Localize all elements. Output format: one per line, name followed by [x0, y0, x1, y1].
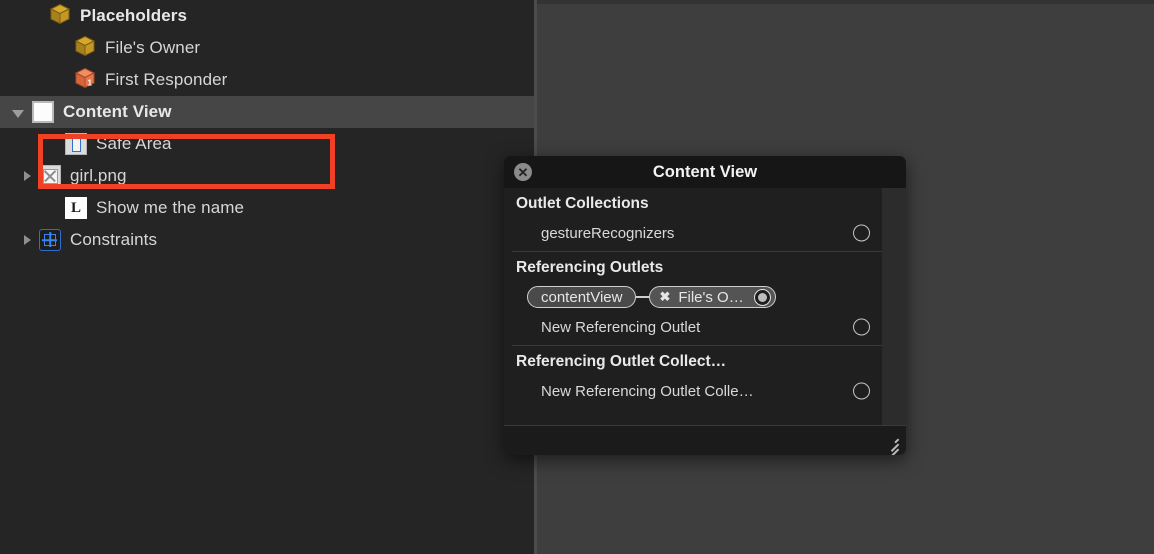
document-outline-sidebar[interactable]: Placeholders File's Owner 1 First Responder… [0, 0, 534, 554]
chevron-right-icon[interactable] [24, 171, 31, 181]
connection-name: gestureRecognizers [541, 224, 675, 242]
connected-target-pill[interactable]: ✖ File's O… [649, 286, 776, 308]
outline-row-label: Safe Area [96, 134, 172, 153]
connection-row[interactable]: New Referencing Outlet [504, 312, 882, 342]
outline-row-label: girl.png [70, 166, 127, 185]
connected-target-label: File's O… [678, 288, 744, 306]
connection-socket-icon[interactable] [853, 318, 870, 336]
chevron-right-icon[interactable] [24, 235, 31, 245]
connection-row[interactable]: gestureRecognizers [504, 218, 882, 248]
popover-title: Content View [652, 162, 758, 181]
connection-row[interactable]: contentView ✖ File's O… [504, 282, 882, 312]
outline-tree[interactable]: Placeholders File's Owner 1 First Responder… [0, 0, 534, 256]
close-icon[interactable]: ✕ [514, 163, 532, 181]
image-icon [39, 165, 61, 187]
outline-row-content-view[interactable]: Content View [0, 96, 534, 128]
popover-body: Outlet Collections gestureRecognizers Refe… [504, 188, 906, 425]
section-heading: Outlet Collections [516, 195, 649, 212]
section-heading: Referencing Outlets [516, 259, 664, 276]
safe-area-icon [65, 133, 87, 155]
outline-row-label: First Responder [105, 70, 228, 89]
constraints-icon [39, 229, 61, 251]
popover-title-bar: ✕ Content View [504, 156, 906, 188]
canvas-top-strip [537, 0, 1154, 4]
yellow-cube-icon [49, 3, 71, 30]
svg-text:1: 1 [88, 78, 93, 87]
outline-row-constraints[interactable]: Constraints [0, 224, 534, 256]
outline-row-label: Content View [63, 102, 172, 121]
outlet-name-pill[interactable]: contentView [527, 286, 637, 308]
connections-list: Outlet Collections gestureRecognizers Refe… [504, 188, 882, 406]
label-l-icon: L [65, 197, 87, 219]
outline-row-first-responder[interactable]: 1 First Responder [0, 64, 534, 96]
outline-row-label: Show me the name [96, 198, 245, 217]
outline-row-show-me-the-name[interactable]: L Show me the name [0, 192, 534, 224]
connections-inspector-popover[interactable]: ✕ Content View Outlet Collections gesture… [504, 156, 906, 455]
outline-row-label: File's Owner [105, 38, 201, 57]
xcode-interface-builder-screen: Placeholders File's Owner 1 First Responder… [0, 0, 1154, 554]
outline-row-safe-area[interactable]: Safe Area [0, 128, 534, 160]
outline-row-label: Constraints [70, 230, 158, 249]
connection-socket-icon[interactable] [853, 224, 870, 242]
yellow-cube-icon [74, 35, 96, 62]
connection-link-line [636, 296, 650, 298]
resize-grip-icon[interactable] [884, 435, 899, 455]
connected-socket-icon[interactable] [753, 288, 771, 306]
chevron-down-icon[interactable] [12, 109, 24, 118]
connection-row[interactable]: New Referencing Outlet Colle… [504, 376, 882, 406]
outline-row-placeholders[interactable]: Placeholders [0, 0, 534, 32]
popover-scrollbar[interactable] [882, 188, 906, 425]
connection-name: New Referencing Outlet [541, 318, 701, 336]
connection-socket-icon[interactable] [853, 382, 870, 400]
outline-row-file-s-owner[interactable]: File's Owner [0, 32, 534, 64]
section-heading: Referencing Outlet Collect… [516, 353, 727, 370]
disconnect-icon[interactable]: ✖ [659, 289, 670, 305]
orange-cube-icon: 1 [74, 67, 96, 94]
view-square-icon [32, 101, 54, 123]
connection-name: New Referencing Outlet Colle… [541, 382, 754, 400]
outline-row-label: Placeholders [80, 6, 188, 25]
popover-footer [504, 425, 906, 455]
outline-row-girl-png[interactable]: girl.png [0, 160, 534, 192]
